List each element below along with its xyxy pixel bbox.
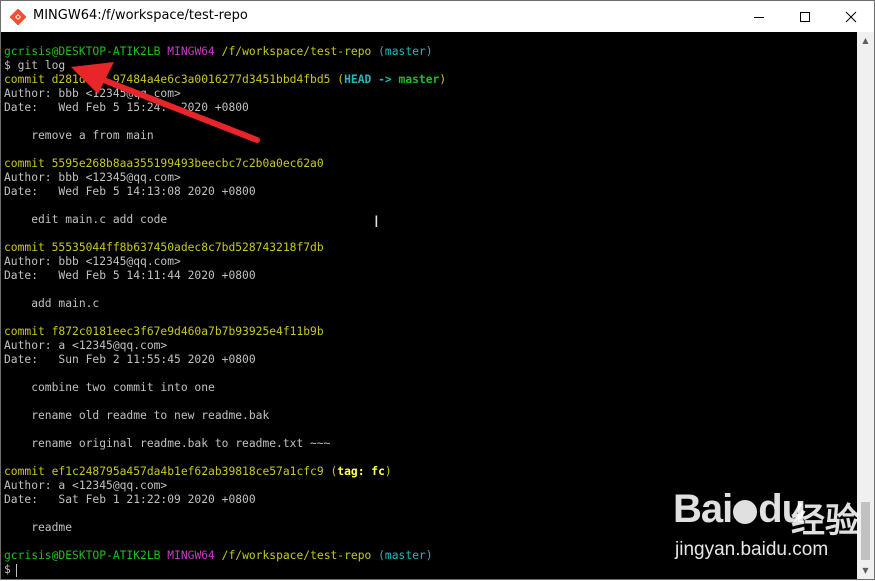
command-line: $ git log [4,59,65,73]
commit-message: rename original readme.bak to readme.txt… [4,437,331,450]
commit-message: add main.c [4,297,100,310]
commit-date: Date: Sat Feb 1 21:22:09 2020 +0800 [4,493,256,506]
baidu-jingyan-watermark: Bai du 经验 jingyan.baidu.com [673,487,863,573]
scroll-up-icon[interactable]: ▲ [857,32,874,49]
prompt-path: /f/workspace/test-repo [221,45,372,58]
input-line[interactable]: $ [4,563,11,577]
commit-message: readme [4,521,73,534]
command-text: git log [17,59,66,72]
ref-paren: ) [384,465,392,478]
commit-line: commit 5595e268b8aa355199493beecbc7c2b0a… [4,157,324,170]
commit-line: commit d281d 97484a4e6c3a0016277d3451bbd… [4,73,446,87]
commit-line: commit f872c0181eec3f67e9d460a7b7b93925e… [4,325,324,338]
commit-line: commit 55535044ff8b637450adec8c7bd528743… [4,241,324,254]
ref-paren: ) [439,73,447,86]
git-bash-icon [10,9,26,25]
minimize-button[interactable] [736,1,782,32]
commit-message: rename old readme to new readme.bak [4,409,270,422]
prompt-env: MINGW64 [167,549,215,562]
commit-date: Date: Sun Feb 2 11:55:45 2020 +0800 [4,353,256,366]
prompt-branch: (master) [378,45,433,58]
commit-author: Author: a <12345@qq.com> [4,339,168,352]
commit-hash: commit d281d 97484a4e6c3a0016277d3451bbd… [4,73,331,86]
prompt-branch: (master) [378,549,433,562]
close-icon [845,11,857,22]
prompt-user-host: gcrisis@DESKTOP-ATIK2LB [4,45,161,58]
commit-hash: commit ef1c248795a457da4b1ef62ab39818ce5… [4,465,324,478]
commit-date: Date: Wed Feb 5 14:11:44 2020 +0800 [4,269,256,282]
ref-label: HEAD -> master [344,73,440,86]
prompt-path: /f/workspace/test-repo [221,549,372,562]
watermark-url: jingyan.baidu.com [675,539,829,560]
paw-icon [733,500,758,524]
prompt-env: MINGW64 [167,45,215,58]
prompt-line: gcrisis@DESKTOP-ATIK2LB MINGW64 /f/works… [4,549,433,563]
commit-message: edit main.c add code [4,213,168,226]
commit-author: Author: bbb <12345@qq.com> [4,87,181,100]
watermark-site-cn: 经验 [791,501,859,541]
commit-date: Date: Wed Feb 5 15:24: 2020 +0800 [4,101,249,114]
commit-message: remove a from main [4,129,154,142]
mouse-ibeam-icon: I [374,212,379,231]
prompt-symbol: $ [4,563,11,576]
terminal-window: MINGW64:/f/workspace/test-repo gcrisis@D… [0,0,875,580]
commit-author: Author: bbb <12345@qq.com> [4,255,181,268]
ref-label: tag: fc [337,465,385,478]
window-title: MINGW64:/f/workspace/test-repo [33,8,248,23]
title-bar[interactable]: MINGW64:/f/workspace/test-repo [1,1,874,32]
minimize-icon [754,16,764,18]
maximize-icon [800,11,810,22]
commit-date: Date: Wed Feb 5 14:13:08 2020 +0800 [4,185,256,198]
commit-line: commit ef1c248795a457da4b1ef62ab39818ce5… [4,465,392,479]
commit-message: combine two commit into one [4,381,215,394]
commit-author: Author: bbb <12345@qq.com> [4,171,181,184]
prompt-user-host: gcrisis@DESKTOP-ATIK2LB [4,549,161,562]
text-cursor [16,564,17,577]
close-button[interactable] [828,1,874,32]
maximize-button[interactable] [782,1,828,32]
commit-author: Author: a <12345@qq.com> [4,479,168,492]
watermark-logo: Bai du [673,487,806,531]
prompt-line: gcrisis@DESKTOP-ATIK2LB MINGW64 /f/works… [4,45,433,59]
prompt-symbol: $ [4,59,11,72]
